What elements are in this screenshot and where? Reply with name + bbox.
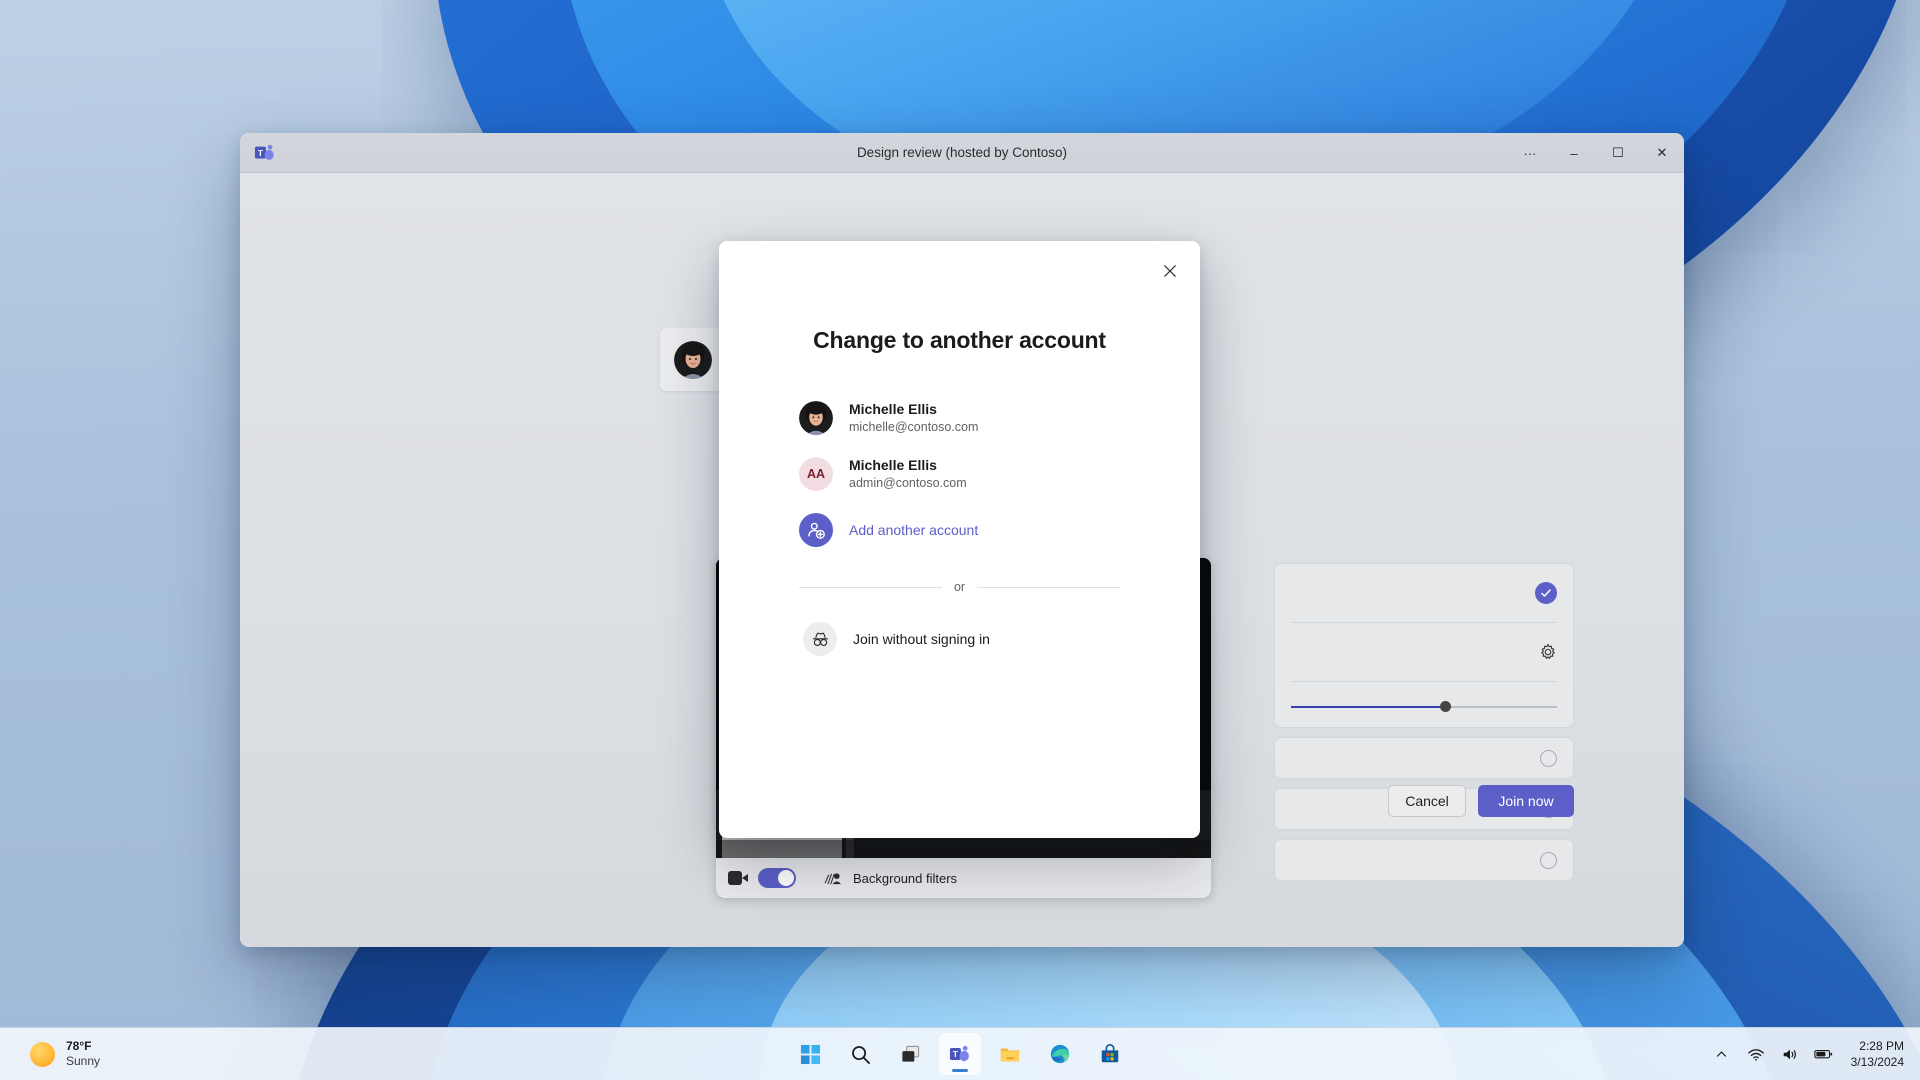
audio-option-card[interactable] — [1274, 563, 1574, 728]
video-controls-bar: Background filters — [716, 858, 1211, 898]
account-name: Michelle Ellis — [849, 401, 937, 418]
account-meta: Michelle Ellis admin@contoso.com — [849, 456, 967, 491]
background-filters-label[interactable]: Background filters — [853, 871, 957, 886]
window-more-button[interactable]: ··· — [1508, 133, 1552, 173]
weather-text: 78°F Sunny — [66, 1039, 100, 1069]
weather-condition: Sunny — [66, 1054, 101, 1068]
radio-button[interactable] — [1540, 749, 1557, 767]
taskbar-item-file-explorer[interactable] — [989, 1033, 1031, 1075]
clock-date: 3/13/2024 — [1850, 1055, 1904, 1069]
divider-line — [799, 586, 942, 588]
audio-settings-row[interactable] — [1275, 623, 1573, 681]
window-title: Design review (hosted by Contoso) — [856, 145, 1068, 160]
clock[interactable]: 2:28 PM 3/13/2024 — [1851, 1038, 1904, 1070]
sun-icon — [30, 1041, 55, 1067]
windows-taskbar: 78°F Sunny T 2:28 PM 3/13/2024 — [0, 1027, 1920, 1080]
divider-line — [977, 586, 1120, 588]
audio-options-panel — [1274, 563, 1574, 890]
taskbar-item-search[interactable] — [839, 1033, 881, 1075]
weather-widget[interactable]: 78°F Sunny — [22, 1035, 108, 1073]
close-icon[interactable] — [1154, 255, 1186, 287]
or-divider: or — [799, 580, 1120, 594]
window-controls: ··· – ☐ ✕ — [1508, 133, 1684, 173]
list-item[interactable]: Michelle Ellis michelle@contoso.com — [795, 390, 1124, 446]
taskbar-item-store[interactable] — [1089, 1033, 1131, 1075]
wifi-icon[interactable] — [1745, 1043, 1767, 1065]
window-titlebar: T Design review (hosted by Contoso) ··· … — [240, 133, 1684, 173]
speaker-icon[interactable] — [1779, 1043, 1801, 1065]
camera-icon[interactable] — [728, 871, 748, 885]
change-account-dialog: Change to another account Michelle Ellis… — [719, 241, 1200, 838]
cancel-button[interactable]: Cancel — [1388, 785, 1466, 817]
divider-label: or — [953, 580, 966, 594]
chevron-up-icon[interactable] — [1711, 1043, 1733, 1065]
gear-icon[interactable] — [1539, 643, 1557, 661]
taskbar-items: T — [789, 1033, 1131, 1075]
taskbar-item-teams[interactable]: T — [939, 1033, 981, 1075]
taskbar-item-edge[interactable] — [1039, 1033, 1081, 1075]
system-tray: 2:28 PM 3/13/2024 — [1711, 1038, 1904, 1070]
join-without-signing-in-label[interactable]: Join without signing in — [853, 631, 990, 647]
slider-thumb[interactable] — [1439, 701, 1451, 712]
add-person-icon — [799, 513, 833, 547]
dialog-title: Change to another account — [813, 327, 1106, 353]
slider-fill — [1291, 706, 1446, 708]
check-icon — [1535, 582, 1557, 604]
taskbar-item-start[interactable] — [789, 1033, 831, 1075]
join-without-signing-in-item[interactable]: Join without signing in — [799, 616, 1120, 662]
volume-slider[interactable] — [1291, 701, 1557, 712]
clock-time: 2:28 PM — [1859, 1038, 1904, 1053]
taskbar-item-task-view[interactable] — [889, 1033, 931, 1075]
camera-toggle[interactable] — [758, 868, 796, 888]
window-minimize-button[interactable]: – — [1552, 133, 1596, 173]
avatar-initials: AA — [799, 457, 833, 491]
radio-button[interactable] — [1540, 851, 1557, 869]
account-email: michelle@contoso.com — [849, 419, 979, 434]
join-now-button[interactable]: Join now — [1478, 785, 1574, 817]
battery-icon[interactable] — [1813, 1043, 1835, 1065]
background-filters-icon[interactable] — [824, 871, 843, 886]
avatar — [799, 401, 833, 435]
avatar — [674, 340, 712, 379]
account-email: admin@contoso.com — [849, 475, 967, 490]
account-meta: Michelle Ellis michelle@contoso.com — [849, 400, 978, 435]
add-another-account-label[interactable]: Add another account — [849, 522, 978, 538]
audio-option-card[interactable] — [1274, 839, 1574, 881]
account-list: Michelle Ellis michelle@contoso.com AA M… — [719, 390, 1200, 558]
incognito-icon — [803, 622, 837, 656]
add-another-account-item[interactable]: Add another account — [795, 502, 1124, 558]
window-maximize-button[interactable]: ☐ — [1596, 133, 1640, 173]
prejoin-footer: Cancel Join now — [1388, 785, 1574, 817]
audio-option-radio-row[interactable] — [1275, 738, 1573, 778]
svg-text:T: T — [953, 1050, 958, 1059]
window-close-button[interactable]: ✕ — [1640, 133, 1684, 173]
volume-slider-row[interactable] — [1275, 682, 1573, 732]
audio-option-radio-row[interactable] — [1275, 840, 1573, 880]
account-name: Michelle Ellis — [849, 457, 937, 474]
weather-temperature: 78°F — [66, 1039, 92, 1053]
list-item[interactable]: AA Michelle Ellis admin@contoso.com — [795, 446, 1124, 502]
audio-option-selected-row[interactable] — [1275, 564, 1573, 622]
audio-option-card[interactable] — [1274, 737, 1574, 779]
